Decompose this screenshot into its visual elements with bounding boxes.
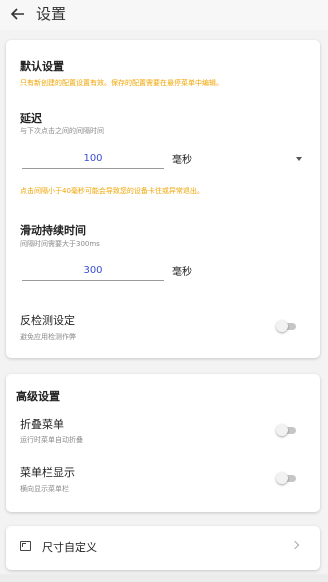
- toggle-knob: [276, 472, 288, 484]
- advanced-settings-card: 高级设置 折叠菜单 运行时菜单自动折叠 菜单栏显示 横向显示菜单栏: [6, 374, 320, 512]
- delay-warning: 点击间隔小于40毫秒可能会导致您的设备卡住或异常退出。: [20, 187, 204, 195]
- custom-size-label: 尺寸自定义: [42, 541, 97, 554]
- toggle-knob: [276, 424, 288, 436]
- swipe-duration-label: 滑动持续时间: [20, 224, 86, 237]
- bottom-strip: [0, 574, 328, 582]
- arrow-left-icon[interactable]: [8, 4, 28, 24]
- default-settings-title: 默认设置: [20, 60, 64, 73]
- default-settings-note: 只有新创建的配置设置有效。保存的配置需要在悬停菜单中编辑。: [20, 79, 223, 87]
- swipe-duration-input[interactable]: [22, 260, 164, 281]
- default-settings-card: 默认设置 只有新创建的配置设置有效。保存的配置需要在悬停菜单中编辑。 延迟 与下…: [6, 40, 320, 358]
- menu-bar-display-label: 菜单栏显示: [20, 466, 75, 479]
- menu-bar-display-description: 横向显示菜单栏: [20, 485, 69, 493]
- delay-unit: 毫秒: [172, 155, 192, 166]
- collapse-menu-label: 折叠菜单: [20, 418, 64, 431]
- advanced-settings-title: 高级设置: [16, 390, 60, 403]
- menu-bar-display-toggle[interactable]: [276, 472, 296, 484]
- top-app-bar: 设置: [0, 0, 328, 30]
- anti-detection-toggle[interactable]: [276, 320, 296, 332]
- custom-size-row[interactable]: 尺寸自定义: [6, 526, 320, 570]
- toggle-knob: [276, 320, 288, 332]
- swipe-duration-description: 间隔时间需要大于300ms: [20, 240, 100, 248]
- delay-description: 与下次点击之间的间隔时间: [20, 127, 104, 135]
- collapse-menu-description: 运行时菜单自动折叠: [20, 436, 83, 444]
- aspect-ratio-icon: [20, 541, 31, 551]
- anti-detection-description: 避免应用检测作弊: [20, 333, 76, 341]
- collapse-menu-toggle[interactable]: [276, 424, 296, 436]
- settings-screen: 设置 默认设置 只有新创建的配置设置有效。保存的配置需要在悬停菜单中编辑。 延迟…: [0, 0, 328, 582]
- delay-input[interactable]: [22, 148, 164, 169]
- swipe-duration-unit: 毫秒: [172, 267, 192, 278]
- chevron-right-icon: [290, 540, 300, 550]
- page-title: 设置: [36, 5, 67, 23]
- delay-dropdown-icon[interactable]: [296, 157, 302, 161]
- delay-label: 延迟: [20, 112, 42, 125]
- anti-detection-label: 反检测设定: [20, 314, 75, 327]
